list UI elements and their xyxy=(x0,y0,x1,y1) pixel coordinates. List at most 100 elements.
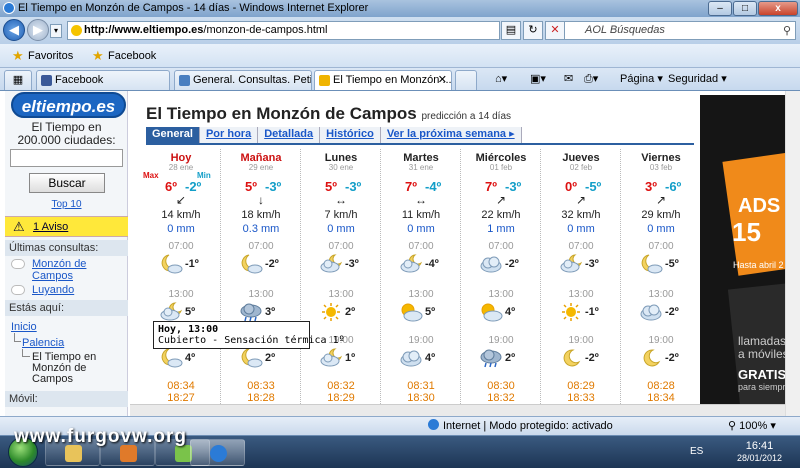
cloud-icon[interactable] xyxy=(479,254,503,274)
sun-cloud-icon[interactable] xyxy=(479,302,503,322)
taskbar-ie[interactable] xyxy=(190,439,245,466)
ad-text-1: ADS xyxy=(738,195,781,217)
wind-direction-icon: ↔ xyxy=(335,193,347,207)
tab-historico[interactable]: Histórico xyxy=(320,127,381,143)
tab-proxima-semana[interactable]: Ver la próxima semana ▸ xyxy=(380,127,522,143)
period-temp: -1º xyxy=(185,258,199,270)
hour-label: 13:00 xyxy=(568,289,594,300)
sunrise-time: 08:31 xyxy=(407,380,435,392)
breadcrumb-inicio[interactable]: Inicio xyxy=(11,321,37,333)
sun-icon[interactable] xyxy=(559,302,583,322)
cloud-icon[interactable] xyxy=(399,348,423,368)
tab-foro[interactable]: General. Consultas. Petició... xyxy=(174,70,312,90)
security-menu[interactable]: Seguridad ▾ xyxy=(668,71,727,87)
recent-luyando[interactable]: Luyando xyxy=(11,284,74,296)
print-icon[interactable]: ⎙▾ xyxy=(584,71,598,87)
feeds-icon[interactable]: ▣▾ xyxy=(530,71,546,87)
hour-label: 07:00 xyxy=(648,241,674,252)
day-date: 31 ene xyxy=(408,163,434,172)
language-indicator[interactable]: ES xyxy=(690,446,703,457)
tab-facebook[interactable]: Facebook xyxy=(36,70,170,90)
hour-label: 19:00 xyxy=(408,335,434,346)
moon-icon[interactable] xyxy=(639,348,663,368)
sun-cloud-icon[interactable] xyxy=(399,302,423,322)
city-search-input[interactable] xyxy=(10,149,123,167)
close-tab-icon[interactable]: ✕ xyxy=(438,71,447,89)
breadcrumb-palencia[interactable]: Palencia xyxy=(22,337,64,349)
search-button[interactable]: Buscar xyxy=(29,173,105,193)
compat-view-icon[interactable]: ▤ xyxy=(501,21,521,40)
cloud-rain-icon[interactable] xyxy=(479,348,503,368)
mail-icon[interactable]: ✉ xyxy=(564,71,573,87)
maximize-button[interactable]: □ xyxy=(733,1,757,16)
moon-icon[interactable] xyxy=(559,348,583,368)
tab-eltiempo[interactable]: El Tiempo en Monzón ... ✕ xyxy=(314,70,452,90)
moon-cloud-icon[interactable] xyxy=(159,348,183,368)
cloud-rain-icon[interactable] xyxy=(239,302,263,322)
recent-monzon[interactable]: Monzón de Campos xyxy=(11,258,86,282)
history-dropdown[interactable]: ▾ xyxy=(50,24,62,38)
cloud-moon-icon[interactable] xyxy=(319,348,343,368)
stop-icon[interactable]: ✕ xyxy=(545,21,565,40)
forecast-day[interactable]: Jueves 02 feb 0º -5º ↗ 32 km/h 0 mm 07:00 -3º 13:… xyxy=(541,149,621,416)
eltiempo-logo[interactable]: eltiempo.es xyxy=(11,92,126,118)
top10-link[interactable]: Top 10 xyxy=(5,199,128,210)
forecast-day[interactable]: Miércoles 01 feb 7º -3º ↗ 22 km/h 1 mm 07:00 -2º… xyxy=(461,149,541,416)
tab-por-hora[interactable]: Por hora xyxy=(199,127,259,143)
favorite-facebook[interactable]: ★ Facebook xyxy=(92,48,156,64)
clock[interactable]: 16:41 28/01/2012 xyxy=(732,440,787,464)
period-temp: -3º xyxy=(585,258,599,270)
precipitation: 0 mm xyxy=(567,223,595,235)
zoom-control[interactable]: ⚲ 100% ▾ xyxy=(728,417,776,435)
cloud-moon-icon[interactable] xyxy=(319,254,343,274)
temp-max: 7º xyxy=(405,179,417,194)
cloud-icon[interactable] xyxy=(639,302,663,322)
period-temp: 2º xyxy=(505,352,516,364)
forecast-day[interactable]: Hoy 28 ene Max Min 6º -2º ↙ 14 km/h 0 mm 07:00 -1º… xyxy=(141,149,221,416)
search-input[interactable]: AOL Búsquedas ⚲ xyxy=(564,21,796,40)
wind-speed: 14 km/h xyxy=(161,209,201,221)
warning-label: 1 Aviso xyxy=(33,221,69,233)
breadcrumb-current: El Tiempo en Monzón de Campos xyxy=(32,352,96,385)
favorites-button[interactable]: ★ Favoritos xyxy=(12,48,73,64)
search-icon[interactable]: ⚲ xyxy=(783,23,791,40)
sunset-time: 18:32 xyxy=(487,392,515,404)
forecast-day[interactable]: Lunes 30 ene 5º -3º ↔ 7 km/h 0 mm 07:00 -3º 13:00… xyxy=(301,149,381,416)
moon-cloud-icon[interactable] xyxy=(239,254,263,274)
watermark: www.furgovw.org xyxy=(14,426,187,447)
sun-icon[interactable] xyxy=(319,302,343,322)
warning-banner[interactable]: ⚠ 1 Aviso xyxy=(5,216,128,237)
moon-cloud-icon[interactable] xyxy=(159,254,183,274)
cloud-moon-icon[interactable] xyxy=(399,254,423,274)
temp-max: 7º xyxy=(485,179,497,194)
tab-detallada[interactable]: Detallada xyxy=(258,127,321,143)
temp-max: 3º xyxy=(645,179,657,194)
cloud-moon-icon[interactable] xyxy=(559,254,583,274)
new-tab-button[interactable] xyxy=(455,70,477,90)
address-toolbar: ◀ ▶ ▾ http://www.eltiempo.es/monzon-de-c… xyxy=(0,17,800,44)
moon-cloud-icon[interactable] xyxy=(639,254,663,274)
quick-tabs-button[interactable]: ▦ xyxy=(4,70,32,90)
moon-cloud-icon[interactable] xyxy=(239,348,263,368)
page-menu[interactable]: Página ▾ xyxy=(620,71,663,87)
address-bar[interactable]: http://www.eltiempo.es/monzon-de-campos.… xyxy=(67,21,500,40)
close-button[interactable]: x xyxy=(758,1,798,16)
home-icon[interactable]: ⌂▾ xyxy=(495,71,507,87)
tab-general[interactable]: General xyxy=(146,127,200,143)
forecast-day[interactable]: Mañana 29 ene 5º -3º ↓ 18 km/h 0.3 mm 07:00 -2º 1… xyxy=(221,149,301,416)
back-button[interactable]: ◀ xyxy=(3,19,25,41)
forecast-day[interactable]: Viernes 03 feb 3º -6º ↗ 29 km/h 0 mm 07:00 -5º 13… xyxy=(621,149,701,416)
refresh-icon[interactable]: ↻ xyxy=(523,21,543,40)
wind-speed: 11 km/h xyxy=(401,209,441,221)
hour-label: 07:00 xyxy=(248,241,274,252)
horizontal-scrollbar[interactable] xyxy=(130,404,785,416)
temp-min: -4º xyxy=(425,179,442,194)
minimize-button[interactable]: – xyxy=(708,1,732,16)
cloud-moon-icon[interactable] xyxy=(159,302,183,322)
period-temp: 3º xyxy=(265,306,276,318)
forecast-day[interactable]: Martes 31 ene 7º -4º ↔ 11 km/h 0 mm 07:00 -4º 13:… xyxy=(381,149,461,416)
vertical-scrollbar[interactable] xyxy=(785,91,800,416)
security-zone[interactable]: Internet | Modo protegido: activado xyxy=(428,417,613,435)
forward-button[interactable]: ▶ xyxy=(27,19,49,41)
wind-direction-icon: ↗ xyxy=(655,193,667,207)
